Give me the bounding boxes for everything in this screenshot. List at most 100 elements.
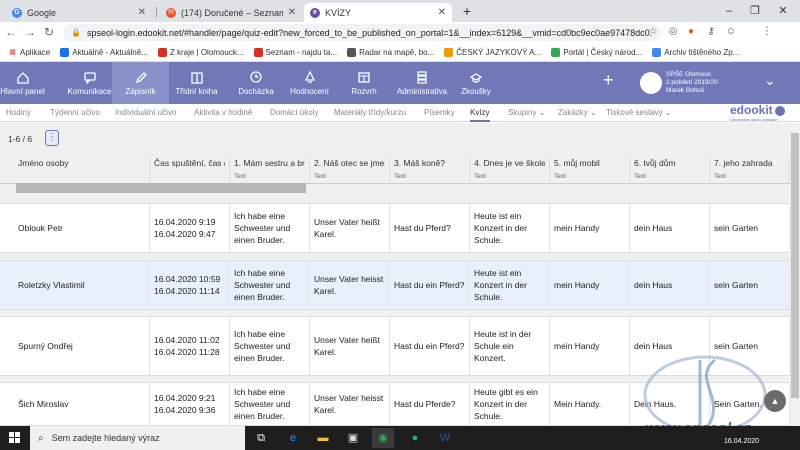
- nav-item-hlavní-panel[interactable]: Hlavní panel: [0, 62, 45, 104]
- file-explorer-icon[interactable]: ▬: [312, 428, 334, 448]
- profile-icon[interactable]: ☺: [724, 25, 738, 39]
- taskbar-search[interactable]: ⌕ Sem zadejte hledaný výraz: [30, 426, 245, 450]
- table-row[interactable]: Oblouk Petr 16.04.2020 9:19 16.04.2020 9:…: [0, 203, 790, 253]
- menu-icon[interactable]: ⋮: [760, 25, 774, 39]
- nav-item-hodnocení[interactable]: Hodnocení: [282, 62, 337, 104]
- column-header[interactable]: 1. Mám sestru a bra Text: [230, 155, 310, 183]
- browser-tab-google[interactable]: G Google ✕: [6, 3, 152, 22]
- column-type: Text: [394, 173, 406, 180]
- tab-title: (174) Doručené – Seznam Email: [181, 7, 283, 18]
- subnav-item[interactable]: Individuální učivo: [115, 104, 176, 122]
- subnav-item[interactable]: Materiály třídy/kurzu: [334, 104, 406, 122]
- back-icon[interactable]: ←: [3, 24, 19, 40]
- bookmark-item[interactable]: Radar na mapě, bo...: [347, 47, 434, 57]
- subnav-item[interactable]: Kvízy: [470, 104, 490, 122]
- nav-item-zkoušky[interactable]: Zkoušky: [454, 62, 498, 104]
- forward-icon[interactable]: →: [22, 24, 38, 40]
- nav-item-docházka[interactable]: Docházka: [231, 62, 281, 104]
- nav-item-label: Hlavní panel: [0, 87, 45, 96]
- more-options-icon[interactable]: ⋮: [45, 130, 59, 146]
- bookmark-label: ČESKÝ JAZYKOVÝ A...: [456, 47, 542, 57]
- answer-cell: dein Haus: [630, 261, 710, 309]
- stack-icon: [417, 71, 427, 84]
- chat-icon: [83, 72, 96, 84]
- school-term: 2.pololetí 2019/20: [666, 79, 718, 86]
- edookit-logo: edookit: [730, 103, 773, 117]
- apps-icon: ▦: [9, 48, 16, 56]
- browser-tab-kvizy[interactable]: e KVÍZY ✕: [304, 3, 452, 22]
- nav-item-třídní-kniha[interactable]: Třídní kniha: [165, 62, 228, 104]
- column-header[interactable]: 2. Náš otec se jmen Text: [310, 155, 390, 183]
- key-icon[interactable]: ⚷: [704, 25, 718, 39]
- url-text: spseol-login.edookit.net/#handler/page/q…: [86, 27, 652, 38]
- school-info[interactable]: SPŠE Olomouc 2.pololetí 2019/20 Marek Bo…: [640, 66, 755, 100]
- school-name: SPŠE Olomouc: [666, 71, 712, 78]
- subnav-item[interactable]: Skupiny ⌄: [508, 104, 545, 122]
- bookmarks-bar: ▦ Aplikace Aktuálně - Aktuálně... Z kraje…: [0, 43, 800, 62]
- column-header[interactable]: Čas spuštění, čas od: [150, 155, 230, 183]
- nav-item-label: Hodnocení: [290, 87, 329, 96]
- column-header[interactable]: Jméno osoby: [14, 155, 150, 183]
- subnav-item[interactable]: Aktivita v hodině: [194, 104, 252, 122]
- close-tab-icon[interactable]: ✕: [138, 7, 146, 18]
- scroll-top-button[interactable]: ▲: [764, 390, 786, 412]
- close-tab-icon[interactable]: ✕: [288, 7, 296, 18]
- close-window-button[interactable]: ✕: [772, 3, 794, 19]
- subnav-item[interactable]: Písemky: [424, 104, 455, 122]
- answer-cell: mein Handy: [550, 317, 630, 375]
- nav-item-rozvrh[interactable]: Rozvrh: [339, 62, 389, 104]
- new-tab-button[interactable]: +: [456, 3, 478, 19]
- answer-cell: Hast du Pferde?: [390, 383, 470, 425]
- scrollbar-thumb[interactable]: [791, 133, 799, 398]
- minimize-button[interactable]: –: [718, 3, 740, 19]
- maximize-button[interactable]: ❐: [744, 3, 766, 19]
- bookmark-item[interactable]: Archiv tištěného Zp...: [652, 47, 739, 57]
- spotify-icon[interactable]: ●: [404, 428, 426, 448]
- opera-icon[interactable]: ●: [684, 25, 698, 39]
- horizontal-scrollbar[interactable]: [16, 183, 306, 193]
- store-icon[interactable]: ▣: [342, 428, 364, 448]
- bookmark-star-icon[interactable]: ☆: [646, 25, 660, 39]
- chrome-icon[interactable]: ◉: [372, 428, 394, 448]
- reload-icon[interactable]: ↻: [41, 24, 57, 40]
- browser-tab-seznam[interactable]: ✉ (174) Doručené – Seznam Email ✕: [160, 3, 302, 22]
- extension-icon[interactable]: ◎: [666, 25, 680, 39]
- lock-icon: 🔒: [71, 28, 81, 37]
- subnav-item[interactable]: Zakázky ⌄: [558, 104, 597, 122]
- bookmark-item[interactable]: Aktuálně - Aktuálně...: [60, 47, 148, 57]
- column-header[interactable]: 3. Máš koně? Text: [390, 155, 470, 183]
- nav-item-zápisník[interactable]: Zápisník: [112, 62, 169, 104]
- table-row[interactable]: Roletzky Vlastimil 16.04.2020 10:59 16.04…: [0, 260, 790, 310]
- nav-item-komunikace[interactable]: Komunikace: [67, 62, 112, 104]
- column-title: 4. Dnes je ve škole k: [474, 158, 545, 168]
- subnav-item[interactable]: Tiskové sestavy ⌄: [606, 104, 672, 122]
- bookmark-item[interactable]: ▦ Aplikace: [8, 48, 50, 57]
- column-header[interactable]: 5. můj mobil Text: [550, 155, 630, 183]
- column-header[interactable]: 7. jeho zahrada Text: [710, 155, 790, 183]
- task-view-icon[interactable]: ⧉: [250, 428, 272, 448]
- nav-item-administrativa[interactable]: Administrativa: [391, 62, 453, 104]
- edge-icon[interactable]: e: [282, 428, 304, 448]
- subnav-item[interactable]: Domácí úkoly: [270, 104, 318, 122]
- word-icon[interactable]: W: [434, 428, 456, 448]
- answer-cell: Ich habe eine Schwester und einen Bruder…: [230, 317, 310, 375]
- column-header[interactable]: 4. Dnes je ve škole k Text: [470, 155, 550, 183]
- bookmark-item[interactable]: ČESKÝ JAZYKOVÝ A...: [444, 47, 542, 57]
- column-header[interactable]: 6. tvůj dům Text: [630, 155, 710, 183]
- bookmark-label: Z kraje | Olomouck...: [169, 47, 244, 57]
- bookmark-label: Seznam - najdu ta...: [265, 47, 338, 57]
- answer-cell: Heute ist in der Schule ein Konzert.: [470, 317, 550, 375]
- add-icon[interactable]: +: [603, 70, 614, 91]
- bookmark-item[interactable]: Z kraje | Olomouck...: [157, 47, 244, 57]
- subnav-item[interactable]: Týdenní učivo: [50, 104, 100, 122]
- person-name: Oblouk Petr: [0, 204, 150, 252]
- address-bar[interactable]: 🔒 spseol-login.edookit.net/#handler/page…: [63, 24, 660, 41]
- close-tab-icon[interactable]: ✕: [438, 7, 446, 18]
- start-button[interactable]: [0, 426, 30, 450]
- answer-cell: Ich habe eine Schwester und einen Bruder…: [230, 383, 310, 425]
- chevron-down-icon[interactable]: ⌄: [764, 72, 776, 89]
- answer-cell: Ich habe eine Schwester und einen Bruder…: [230, 261, 310, 309]
- bookmark-item[interactable]: Portál | Český národ...: [551, 47, 642, 57]
- subnav-item[interactable]: Hodiny: [6, 104, 31, 122]
- bookmark-item[interactable]: Seznam - najdu ta...: [253, 47, 338, 57]
